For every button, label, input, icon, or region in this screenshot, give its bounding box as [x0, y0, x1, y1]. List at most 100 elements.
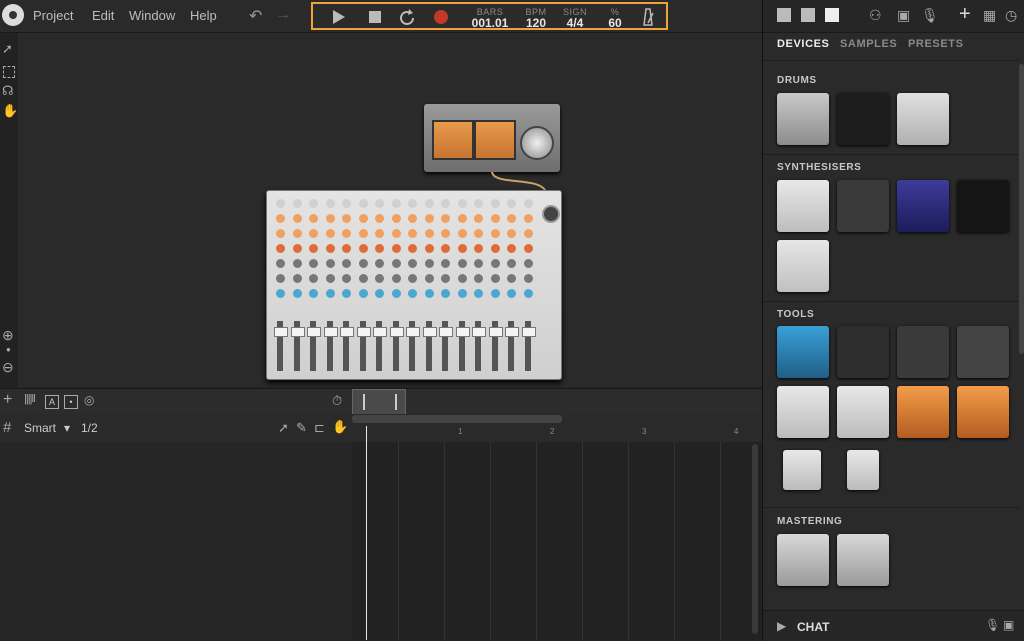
channel-knob[interactable] [507, 229, 516, 238]
channel-knob[interactable] [375, 229, 384, 238]
channel-knob[interactable] [474, 214, 483, 223]
channel-knob[interactable] [507, 214, 516, 223]
channel-knob[interactable] [309, 259, 318, 268]
channel-knob[interactable] [441, 274, 450, 283]
channel-knob[interactable] [490, 244, 500, 253]
channel-knob[interactable] [424, 229, 434, 238]
channel-knob[interactable] [441, 259, 450, 268]
chat-expand-icon[interactable]: ▶ [777, 619, 786, 633]
timeline-scrollbar[interactable] [352, 415, 562, 423]
channel-knob[interactable] [342, 289, 351, 298]
channel-knob[interactable] [408, 214, 417, 223]
channel-knob[interactable] [292, 289, 302, 298]
mixer-channel[interactable] [273, 199, 288, 374]
layout-split-icon[interactable] [801, 8, 815, 22]
device-master-scope[interactable] [837, 534, 889, 586]
channel-knob[interactable] [342, 274, 351, 283]
timer-icon[interactable]: ⏱ [332, 393, 342, 409]
channel-knob[interactable] [309, 229, 318, 238]
channel-knob[interactable] [441, 214, 450, 223]
grid-fraction[interactable]: 1/2 [81, 421, 98, 435]
channel-knob[interactable] [408, 229, 417, 238]
channel-knob[interactable] [474, 229, 483, 238]
channel-knob[interactable] [276, 199, 285, 208]
channel-knob[interactable] [358, 289, 368, 298]
channel-knob[interactable] [375, 274, 384, 283]
vu-meter-device[interactable] [424, 104, 560, 172]
mixer-channel[interactable] [438, 199, 453, 374]
channel-knob[interactable] [507, 199, 516, 208]
channel-fader[interactable] [307, 327, 321, 337]
device-dual-knob-tool[interactable] [783, 450, 821, 490]
redo-icon[interactable]: → [275, 6, 291, 24]
midi-icon[interactable]: ◎ [84, 393, 94, 407]
video-icon[interactable]: ▣ [897, 7, 910, 24]
bpm-readout[interactable]: BPM 120 [521, 7, 551, 29]
channel-fader[interactable] [439, 327, 453, 337]
channel-fader[interactable] [488, 327, 503, 337]
add-icon[interactable]: + [959, 3, 971, 26]
clip-icon[interactable]: • [64, 395, 78, 409]
channel-fader[interactable] [274, 327, 288, 337]
channel-knob[interactable] [441, 244, 450, 253]
mixer-channel[interactable] [521, 199, 536, 374]
arrangement-grid[interactable] [352, 442, 762, 640]
record-icon[interactable] [433, 9, 449, 25]
loop-region-handle[interactable] [352, 389, 406, 415]
tab-presets[interactable]: PRESETS [908, 38, 964, 50]
tab-devices[interactable]: DEVICES [777, 38, 830, 50]
channel-knob[interactable] [292, 229, 302, 238]
device-switch-tool[interactable] [847, 450, 879, 490]
channel-knob[interactable] [391, 259, 401, 268]
device-kobolt-tool[interactable] [897, 326, 949, 378]
channel-fader[interactable] [389, 327, 404, 337]
device-filter-tool[interactable] [837, 326, 889, 378]
swing-readout[interactable]: % 60 [605, 7, 625, 29]
device-eq-tool[interactable] [777, 386, 829, 438]
menu-project[interactable]: Project [33, 8, 73, 23]
mixer-channel[interactable] [339, 199, 354, 374]
mixer-channel[interactable] [290, 199, 305, 374]
device-fader-tool[interactable] [957, 326, 1009, 378]
channel-knob[interactable] [424, 274, 434, 283]
channel-knob[interactable] [523, 229, 533, 238]
device-master-analyzer[interactable] [777, 534, 829, 586]
channel-knob[interactable] [292, 199, 302, 208]
channel-fader[interactable] [323, 327, 338, 337]
channel-knob[interactable] [490, 259, 500, 268]
channel-knob[interactable] [375, 244, 384, 253]
mixer-channel[interactable] [323, 199, 338, 374]
hand-icon[interactable]: ✋ [332, 419, 348, 435]
select-tool-icon[interactable] [3, 66, 15, 78]
channel-knob[interactable] [358, 199, 368, 208]
channel-fader[interactable] [406, 327, 420, 337]
channel-knob[interactable] [325, 259, 335, 268]
layout-grid-icon[interactable] [777, 8, 791, 22]
channel-fader[interactable] [422, 327, 437, 337]
channel-knob[interactable] [424, 199, 434, 208]
channel-knob[interactable] [457, 259, 467, 268]
channel-knob[interactable] [424, 244, 434, 253]
device-forward-tool[interactable] [957, 386, 1009, 438]
channel-knob[interactable] [342, 199, 351, 208]
channel-knob[interactable] [474, 289, 483, 298]
channel-knob[interactable] [325, 289, 335, 298]
mixer-channel[interactable] [356, 199, 371, 374]
device-drum-machine[interactable] [777, 93, 829, 145]
mixer-channel[interactable] [471, 199, 486, 374]
loop-icon[interactable] [399, 9, 417, 27]
mixer-channel[interactable] [422, 199, 437, 374]
channel-knob[interactable] [408, 259, 417, 268]
channel-knob[interactable] [408, 274, 417, 283]
chat-video-icon[interactable]: ▣ [1003, 618, 1014, 632]
channel-knob[interactable] [309, 214, 318, 223]
mixer-channel[interactable] [372, 199, 387, 374]
channel-knob[interactable] [292, 259, 302, 268]
channel-knob[interactable] [391, 214, 401, 223]
channel-knob[interactable] [309, 274, 318, 283]
chat-mic-icon[interactable]: 🎙︎ [985, 618, 1000, 632]
layout-stack-icon[interactable] [825, 8, 839, 22]
channel-knob[interactable] [358, 244, 368, 253]
channel-knob[interactable] [325, 274, 335, 283]
channel-knob[interactable] [408, 199, 417, 208]
